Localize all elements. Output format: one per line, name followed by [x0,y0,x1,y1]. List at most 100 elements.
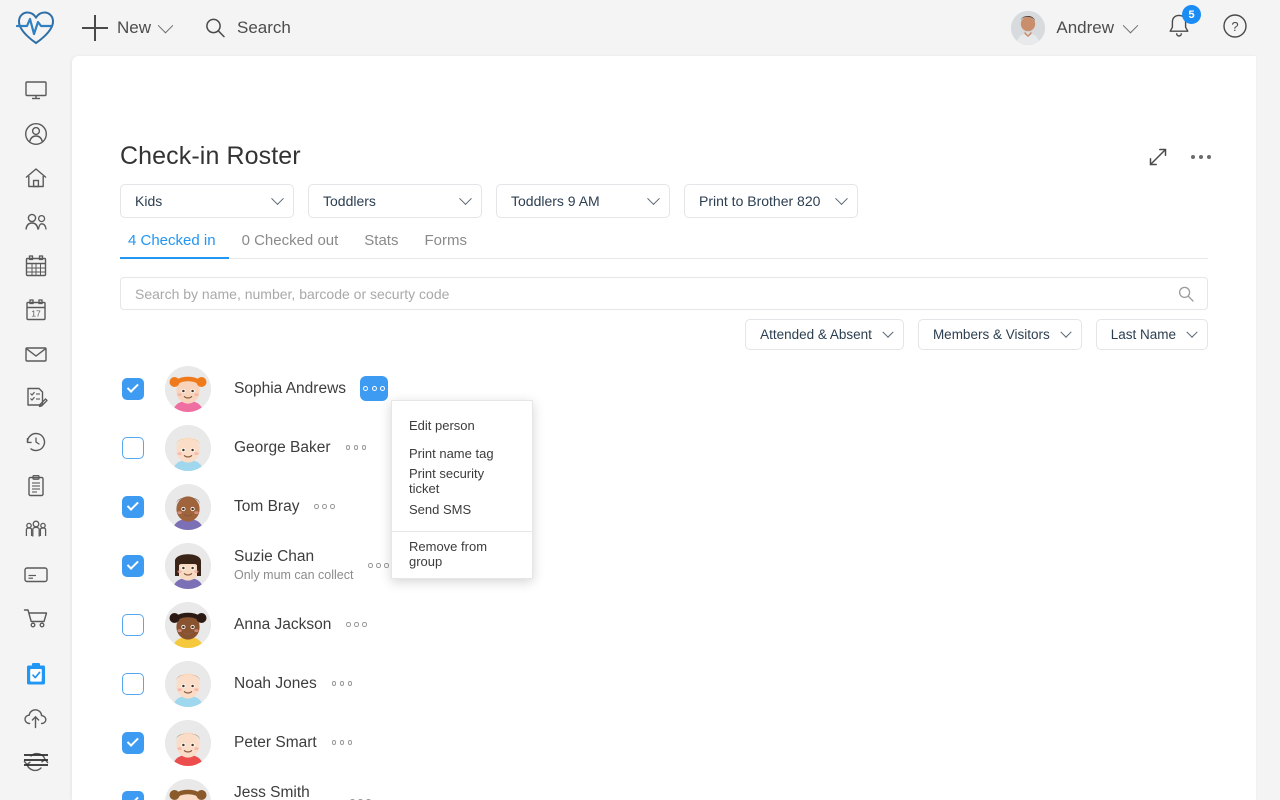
sidebar-item-events[interactable]: 17 [0,288,72,332]
session-select[interactable]: Toddlers 9 AM [496,184,670,218]
row-more-button[interactable] [346,622,367,627]
filter-select-bar: Kids Toddlers Toddlers 9 AM Print to Bro… [120,184,858,218]
group-select[interactable]: Toddlers [308,184,482,218]
new-button-label: New [117,18,152,37]
expand-arrows-icon [1149,148,1167,166]
monitor-icon [25,81,47,100]
row-checkbox[interactable] [122,731,144,754]
sidebar-item-check-in[interactable] [0,652,72,696]
notification-badge: 5 [1182,5,1201,24]
sidebar-item-people[interactable] [0,200,72,244]
tab-stats[interactable]: Stats [351,232,411,258]
clipboard-check-icon [27,663,45,685]
table-row[interactable]: Anna Jackson [120,595,1208,654]
person-name: Noah Jones [234,674,317,692]
avatar [165,424,211,471]
roster-search-box[interactable] [120,277,1208,310]
avatar [165,542,211,589]
form-pencil-icon [27,387,48,408]
sidebar-item-calendar[interactable] [0,244,72,288]
sidebar-item-home[interactable] [0,156,72,200]
row-checkbox[interactable] [122,436,144,459]
table-row[interactable]: Noah Jones [120,654,1208,713]
ministry-select[interactable]: Kids [120,184,294,218]
row-checkbox[interactable] [122,554,144,577]
notifications-button[interactable]: 5 [1166,5,1201,44]
tab-checked-out[interactable]: 0 Checked out [229,232,352,258]
row-more-button[interactable] [345,445,366,450]
sidebar-item-dashboard[interactable] [0,68,72,112]
row-checkbox[interactable] [122,790,144,800]
row-checkbox[interactable] [122,377,144,400]
printer-select-value: Print to Brother 820 [699,193,821,209]
membership-filter[interactable]: Members & Visitors [917,319,1082,350]
row-checkbox[interactable] [122,672,144,695]
search-input[interactable] [133,284,1177,303]
search-icon[interactable] [1177,285,1195,303]
chevron-down-icon [1122,17,1139,33]
sidebar-item-profile[interactable] [0,112,72,156]
more-horizontal-icon [1191,155,1211,159]
envelope-icon [25,347,47,362]
help-circle-icon: ? [1223,13,1247,38]
menu-item-send-sms[interactable]: Send SMS [392,495,532,523]
menu-item-print-name-tag[interactable]: Print name tag [392,439,532,467]
sidebar-item-mail[interactable] [0,332,72,376]
row-more-button[interactable] [368,563,389,568]
new-button[interactable]: New [82,15,174,41]
person-name-block: George Baker [234,439,331,457]
sidebar-item-groups[interactable] [0,508,72,552]
membership-filter-value: Members & Visitors [932,327,1050,342]
home-icon [25,168,47,188]
table-row[interactable]: Sophia Andrews [120,359,1208,418]
chevron-down-icon [1186,326,1198,338]
expand-button[interactable] [1147,146,1169,168]
sidebar-item-upload[interactable] [0,696,72,740]
person-circle-icon [24,122,48,146]
row-context-menu: Edit person Print name tag Print securit… [391,400,533,579]
history-clock-icon [26,432,46,452]
row-more-button[interactable] [314,504,335,509]
attendance-filter[interactable]: Attended & Absent [745,319,904,350]
sidebar-item-store[interactable] [0,596,72,640]
sidebar-item-forms[interactable] [0,376,72,420]
tab-checked-in[interactable]: 4 Checked in [120,232,229,259]
user-menu[interactable]: Andrew [1011,11,1139,45]
attendance-filter-value: Attended & Absent [760,327,872,342]
person-name-block: Tom Bray [234,498,299,516]
table-row[interactable]: Peter Smart [120,713,1208,772]
heart-pulse-logo[interactable] [0,0,72,56]
row-checkbox[interactable] [122,495,144,518]
sidebar-item-reports[interactable] [0,464,72,508]
people-icon [25,213,47,230]
page-more-button[interactable] [1191,155,1211,159]
sort-filter[interactable]: Last Name [1095,319,1208,350]
table-row[interactable]: Suzie Chan Only mum can collect [120,536,1208,595]
chevron-down-icon [157,17,174,33]
sidebar-item-payments[interactable] [0,552,72,596]
row-more-button[interactable] [331,681,353,686]
table-row[interactable]: George Baker [120,418,1208,477]
group-select-value: Toddlers [323,193,376,209]
avatar [165,660,211,707]
table-row[interactable]: Tom Bray [120,477,1208,536]
page-title: Check-in Roster [120,142,301,170]
main-content-card: Check-in Roster Kids Toddlers Toddlers 9… [72,56,1256,800]
menu-item-edit-person[interactable]: Edit person [392,411,532,439]
search-button[interactable]: Search [203,16,291,40]
menu-item-remove-from-group[interactable]: Remove from group [392,539,532,569]
row-checkbox[interactable] [122,613,144,636]
table-row[interactable]: Jess SmithAlergic to Peanuts [120,772,1208,800]
help-button[interactable]: ? [1222,13,1248,44]
tab-forms[interactable]: Forms [411,232,480,258]
row-more-button[interactable] [331,740,353,745]
person-name-block: Suzie Chan Only mum can collect [234,548,353,583]
roster-list: Sophia Andrews George Baker Tom Bray Suz… [120,359,1208,800]
printer-select[interactable]: Print to Brother 820 [684,184,858,218]
menu-item-print-security-ticket[interactable]: Print security ticket [392,466,532,496]
hamburger-menu-button[interactable] [0,738,72,782]
sort-filter-value: Last Name [1110,327,1176,342]
clipboard-list-icon [28,474,44,497]
sidebar-item-history[interactable] [0,420,72,464]
row-more-button-active[interactable] [360,376,389,401]
